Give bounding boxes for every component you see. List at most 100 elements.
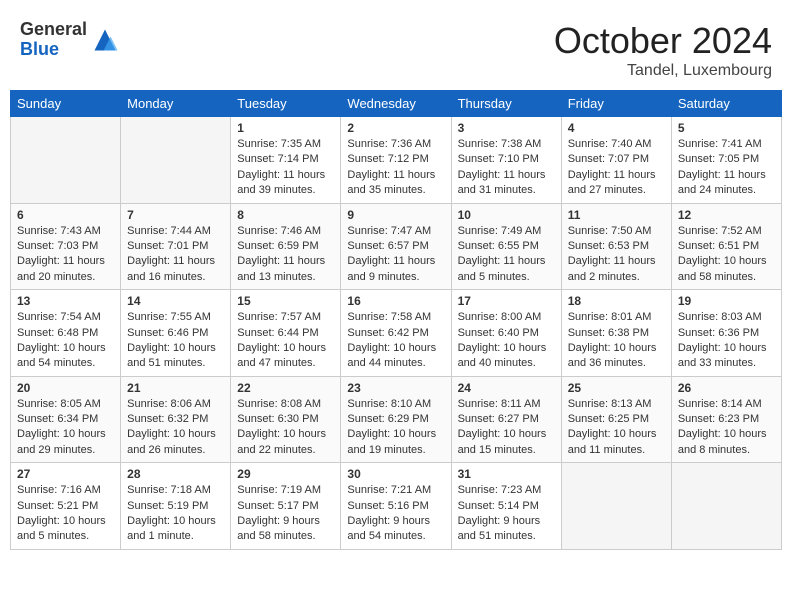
day-info: Sunrise: 7:46 AM Sunset: 6:59 PM Dayligh…	[237, 224, 334, 286]
day-number: 9	[347, 208, 444, 222]
weekday-header: Sunday	[11, 91, 121, 117]
day-number: 25	[568, 381, 665, 395]
day-info: Sunrise: 8:03 AM Sunset: 6:36 PM Dayligh…	[678, 310, 775, 372]
calendar-cell: 25 Sunrise: 8:13 AM Sunset: 6:25 PM Dayli…	[561, 376, 671, 463]
calendar-cell: 24 Sunrise: 8:11 AM Sunset: 6:27 PM Dayli…	[451, 376, 561, 463]
day-info: Sunrise: 8:10 AM Sunset: 6:29 PM Dayligh…	[347, 397, 444, 459]
calendar-cell: 10Sunrise: 7:49 AM Sunset: 6:55 PM Dayli…	[451, 203, 561, 290]
day-number: 12	[678, 208, 775, 222]
calendar-cell	[561, 463, 671, 550]
calendar-cell: 17 Sunrise: 8:00 AM Sunset: 6:40 PM Dayli…	[451, 290, 561, 377]
calendar-cell: 30 Sunrise: 7:21 AM Sunset: 5:16 PM Dayli…	[341, 463, 451, 550]
day-info: Sunrise: 7:58 AM Sunset: 6:42 PM Dayligh…	[347, 310, 444, 372]
logo-general: General	[20, 20, 87, 40]
day-info: Sunrise: 7:18 AM Sunset: 5:19 PM Dayligh…	[127, 483, 224, 545]
day-info: Sunrise: 7:50 AM Sunset: 6:53 PM Dayligh…	[568, 224, 665, 286]
day-number: 24	[458, 381, 555, 395]
day-number: 18	[568, 294, 665, 308]
day-number: 17	[458, 294, 555, 308]
logo: General Blue	[20, 20, 119, 60]
day-number: 23	[347, 381, 444, 395]
day-info: Sunrise: 8:01 AM Sunset: 6:38 PM Dayligh…	[568, 310, 665, 372]
day-info: Sunrise: 7:23 AM Sunset: 5:14 PM Dayligh…	[458, 483, 555, 545]
day-number: 19	[678, 294, 775, 308]
day-info: Sunrise: 7:41 AM Sunset: 7:05 PM Dayligh…	[678, 137, 775, 199]
day-info: Sunrise: 8:06 AM Sunset: 6:32 PM Dayligh…	[127, 397, 224, 459]
month-title: October 2024	[554, 20, 772, 62]
title-block: October 2024 Tandel, Luxembourg	[554, 20, 772, 80]
weekday-header-row: SundayMondayTuesdayWednesdayThursdayFrid…	[11, 91, 782, 117]
calendar-cell: 3 Sunrise: 7:38 AM Sunset: 7:10 PM Daylig…	[451, 117, 561, 204]
calendar-cell: 2 Sunrise: 7:36 AM Sunset: 7:12 PM Daylig…	[341, 117, 451, 204]
calendar-cell: 4Sunrise: 7:40 AM Sunset: 7:07 PM Daylig…	[561, 117, 671, 204]
calendar-cell: 21 Sunrise: 8:06 AM Sunset: 6:32 PM Dayli…	[121, 376, 231, 463]
day-number: 3	[458, 121, 555, 135]
day-number: 13	[17, 294, 114, 308]
logo-blue: Blue	[20, 40, 87, 60]
day-info: Sunrise: 7:38 AM Sunset: 7:10 PM Dayligh…	[458, 137, 555, 199]
day-info: Sunrise: 7:55 AM Sunset: 6:46 PM Dayligh…	[127, 310, 224, 372]
calendar-cell: 31 Sunrise: 7:23 AM Sunset: 5:14 PM Dayli…	[451, 463, 561, 550]
day-info: Sunrise: 7:40 AM Sunset: 7:07 PM Dayligh…	[568, 137, 665, 199]
day-info: Sunrise: 8:00 AM Sunset: 6:40 PM Dayligh…	[458, 310, 555, 372]
day-number: 11	[568, 208, 665, 222]
day-number: 14	[127, 294, 224, 308]
day-number: 7	[127, 208, 224, 222]
day-number: 21	[127, 381, 224, 395]
calendar-cell: 27Sunrise: 7:16 AM Sunset: 5:21 PM Dayli…	[11, 463, 121, 550]
day-number: 27	[17, 467, 114, 481]
calendar-week-row: 6Sunrise: 7:43 AM Sunset: 7:03 PM Daylig…	[11, 203, 782, 290]
calendar-cell	[11, 117, 121, 204]
day-number: 8	[237, 208, 334, 222]
day-number: 5	[678, 121, 775, 135]
weekday-header: Tuesday	[231, 91, 341, 117]
day-number: 20	[17, 381, 114, 395]
calendar-cell: 23 Sunrise: 8:10 AM Sunset: 6:29 PM Dayli…	[341, 376, 451, 463]
day-info: Sunrise: 7:19 AM Sunset: 5:17 PM Dayligh…	[237, 483, 334, 545]
weekday-header: Friday	[561, 91, 671, 117]
weekday-header: Wednesday	[341, 91, 451, 117]
weekday-header: Monday	[121, 91, 231, 117]
day-info: Sunrise: 7:47 AM Sunset: 6:57 PM Dayligh…	[347, 224, 444, 286]
day-info: Sunrise: 7:21 AM Sunset: 5:16 PM Dayligh…	[347, 483, 444, 545]
day-info: Sunrise: 7:35 AM Sunset: 7:14 PM Dayligh…	[237, 137, 334, 199]
day-info: Sunrise: 7:57 AM Sunset: 6:44 PM Dayligh…	[237, 310, 334, 372]
day-number: 2	[347, 121, 444, 135]
day-number: 30	[347, 467, 444, 481]
calendar-cell: 29Sunrise: 7:19 AM Sunset: 5:17 PM Dayli…	[231, 463, 341, 550]
logo-icon	[91, 26, 119, 54]
day-number: 16	[347, 294, 444, 308]
weekday-header: Saturday	[671, 91, 781, 117]
day-info: Sunrise: 7:54 AM Sunset: 6:48 PM Dayligh…	[17, 310, 114, 372]
calendar-cell: 1 Sunrise: 7:35 AM Sunset: 7:14 PM Daylig…	[231, 117, 341, 204]
day-info: Sunrise: 8:14 AM Sunset: 6:23 PM Dayligh…	[678, 397, 775, 459]
calendar-cell: 16 Sunrise: 7:58 AM Sunset: 6:42 PM Dayli…	[341, 290, 451, 377]
page-header: General Blue October 2024 Tandel, Luxemb…	[10, 10, 782, 85]
calendar-cell: 22Sunrise: 8:08 AM Sunset: 6:30 PM Dayli…	[231, 376, 341, 463]
calendar-cell: 7 Sunrise: 7:44 AM Sunset: 7:01 PM Daylig…	[121, 203, 231, 290]
calendar-cell: 18 Sunrise: 8:01 AM Sunset: 6:38 PM Dayli…	[561, 290, 671, 377]
calendar-cell	[121, 117, 231, 204]
day-info: Sunrise: 7:36 AM Sunset: 7:12 PM Dayligh…	[347, 137, 444, 199]
day-number: 15	[237, 294, 334, 308]
calendar-week-row: 1 Sunrise: 7:35 AM Sunset: 7:14 PM Daylig…	[11, 117, 782, 204]
day-number: 1	[237, 121, 334, 135]
calendar-cell: 9 Sunrise: 7:47 AM Sunset: 6:57 PM Daylig…	[341, 203, 451, 290]
calendar-week-row: 20Sunrise: 8:05 AM Sunset: 6:34 PM Dayli…	[11, 376, 782, 463]
calendar-cell: 15 Sunrise: 7:57 AM Sunset: 6:44 PM Dayli…	[231, 290, 341, 377]
calendar-cell: 12Sunrise: 7:52 AM Sunset: 6:51 PM Dayli…	[671, 203, 781, 290]
day-number: 31	[458, 467, 555, 481]
day-info: Sunrise: 8:13 AM Sunset: 6:25 PM Dayligh…	[568, 397, 665, 459]
location: Tandel, Luxembourg	[554, 62, 772, 80]
calendar-cell: 14 Sunrise: 7:55 AM Sunset: 6:46 PM Dayli…	[121, 290, 231, 377]
calendar-table: SundayMondayTuesdayWednesdayThursdayFrid…	[10, 90, 782, 550]
calendar-cell: 19 Sunrise: 8:03 AM Sunset: 6:36 PM Dayli…	[671, 290, 781, 377]
day-info: Sunrise: 7:44 AM Sunset: 7:01 PM Dayligh…	[127, 224, 224, 286]
calendar-cell: 20Sunrise: 8:05 AM Sunset: 6:34 PM Dayli…	[11, 376, 121, 463]
calendar-cell: 11 Sunrise: 7:50 AM Sunset: 6:53 PM Dayli…	[561, 203, 671, 290]
day-info: Sunrise: 8:11 AM Sunset: 6:27 PM Dayligh…	[458, 397, 555, 459]
day-info: Sunrise: 8:08 AM Sunset: 6:30 PM Dayligh…	[237, 397, 334, 459]
calendar-cell: 28Sunrise: 7:18 AM Sunset: 5:19 PM Dayli…	[121, 463, 231, 550]
calendar-week-row: 27Sunrise: 7:16 AM Sunset: 5:21 PM Dayli…	[11, 463, 782, 550]
calendar-week-row: 13 Sunrise: 7:54 AM Sunset: 6:48 PM Dayli…	[11, 290, 782, 377]
